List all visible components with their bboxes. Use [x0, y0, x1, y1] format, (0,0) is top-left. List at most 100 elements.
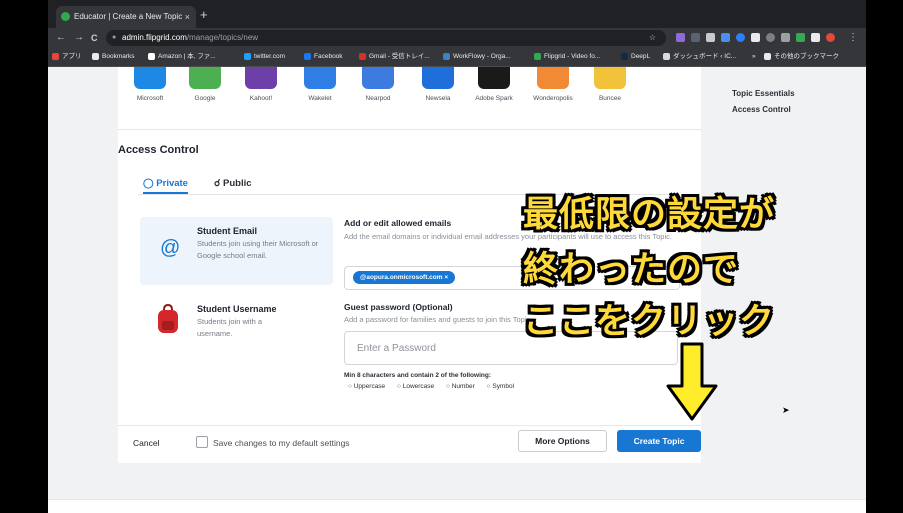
bookmark-item[interactable]: Flipgrid - Video fo... [534, 48, 600, 66]
bookmark-item[interactable]: アプリ [52, 48, 82, 66]
forward-icon[interactable]: → [74, 30, 84, 46]
bookmark-star-icon[interactable]: ☆ [649, 30, 656, 46]
star-icon [92, 53, 99, 60]
extension-icon[interactable] [736, 33, 745, 42]
app-tile-kahoot[interactable]: Kahoot! [231, 67, 291, 102]
password-requirements: Min 8 characters and contain 2 of the fo… [344, 372, 491, 379]
backpack-icon [158, 304, 178, 333]
extension-icon[interactable] [781, 33, 790, 42]
tab-public[interactable]: ☌ Public [214, 176, 252, 192]
cancel-button[interactable]: Cancel [133, 438, 159, 448]
caption-line-1: 最低限の設定が [523, 195, 776, 235]
table-of-contents: Topic Essentials Access Control [732, 86, 795, 118]
extension-icon[interactable] [766, 33, 775, 42]
wakelet-icon [304, 67, 336, 89]
back-icon[interactable]: ← [56, 30, 66, 46]
bookmark-item[interactable]: Facebook [304, 48, 343, 66]
address-bar[interactable]: ● admin.flipgrid.com/manage/topics/new ☆ [106, 30, 666, 46]
folder-icon [764, 53, 771, 60]
option-title: Student Username [197, 304, 277, 314]
down-arrow-icon [666, 342, 718, 421]
option-description: Students join using their Microsoft or G… [197, 239, 319, 260]
new-tab-button[interactable]: + [200, 6, 208, 24]
bookmark-item[interactable]: ダッシュボード ‹ IC... [663, 48, 736, 66]
kahoot-icon [245, 67, 277, 89]
lock-icon: ● [112, 34, 117, 41]
create-topic-button[interactable]: Create Topic [617, 430, 701, 452]
bookmark-item[interactable]: WorkFlowy - Orga... [443, 48, 511, 66]
browser-window: Educator | Create a New Topic × + ← → C … [48, 0, 866, 513]
student-email-option[interactable]: @ Student Email Students join using thei… [140, 217, 333, 285]
access-control-heading: Access Control [118, 144, 199, 156]
twitter-icon [244, 53, 251, 60]
requirement-uppercase: ○ Uppercase [348, 383, 386, 390]
google-icon [189, 67, 221, 89]
amazon-icon [148, 53, 155, 60]
at-sign-icon: @ [160, 237, 181, 259]
bookmark-item[interactable]: Gmail - 受信トレイ... [359, 48, 430, 66]
navigation-bar: ← → C ● admin.flipgrid.com/manage/topics… [48, 28, 866, 48]
tab-strip: Educator | Create a New Topic × + [48, 0, 866, 28]
tab-title: Educator | Create a New Topic [74, 12, 183, 21]
app-tile-nearpod[interactable]: Nearpod [348, 67, 408, 102]
extension-icon[interactable] [811, 33, 820, 42]
newsela-icon [422, 67, 454, 89]
apps-grid-icon [52, 53, 59, 60]
more-options-button[interactable]: More Options [518, 430, 607, 452]
extension-icon[interactable] [691, 33, 700, 42]
student-username-option[interactable]: Student Username Students join with a us… [140, 299, 333, 369]
dashboard-icon [663, 53, 670, 60]
toc-access-control[interactable]: Access Control [732, 102, 795, 118]
flipgrid-icon [534, 53, 541, 60]
chrome-menu-icon[interactable]: ⋮ [848, 30, 858, 46]
bookmarks-overflow-button[interactable]: » [752, 48, 756, 66]
microsoft-icon [134, 67, 166, 89]
extension-icon[interactable] [751, 33, 760, 42]
password-label: Guest password (Optional) [344, 302, 453, 312]
app-tile-buncee[interactable]: Buncee [580, 67, 640, 102]
save-default-label: Save changes to my default settings [213, 438, 350, 448]
bookmark-item[interactable]: DeepL [621, 48, 650, 66]
extension-icon[interactable] [676, 33, 685, 42]
app-tile-microsoft[interactable]: Microsoft [120, 67, 180, 102]
integrations-row: Microsoft Google Kahoot! Wakelet Nearpod… [118, 67, 701, 130]
bookmark-item[interactable]: twitter.com [244, 48, 285, 66]
requirement-number: ○ Number [445, 383, 475, 390]
save-default-checkbox[interactable] [196, 436, 208, 448]
flipgrid-favicon-icon [61, 12, 70, 21]
wonderopolis-icon [537, 67, 569, 89]
other-bookmarks-folder[interactable]: その他のブックマーク [764, 48, 839, 66]
tab-private[interactable]: ◯ Private [143, 176, 188, 194]
nearpod-icon [362, 67, 394, 89]
option-title: Student Email [197, 226, 258, 236]
bookmark-item[interactable]: Bookmarks [92, 48, 135, 66]
extension-icon[interactable] [796, 33, 805, 42]
profile-avatar[interactable] [826, 33, 835, 42]
gmail-icon [359, 53, 366, 60]
requirement-symbol: ○ Symbol [486, 383, 515, 390]
email-domain-chip[interactable]: @aopura.onmicrosoft.com × [353, 271, 456, 284]
option-description: Students join with a username. [197, 317, 263, 338]
caption-line-3: ここをクリック [523, 302, 776, 342]
bookmark-item[interactable]: Amazon | 本, ファ... [148, 48, 216, 66]
toc-topic-essentials[interactable]: Topic Essentials [732, 86, 795, 102]
app-tile-adobe-spark[interactable]: Adobe Spark [464, 67, 524, 102]
url-path: /manage/topics/new [186, 33, 259, 42]
extension-icon[interactable] [706, 33, 715, 42]
tab-close-icon[interactable]: × [185, 6, 190, 28]
browser-tab[interactable]: Educator | Create a New Topic × [56, 6, 196, 28]
extension-icon[interactable] [721, 33, 730, 42]
adobe-spark-icon [478, 67, 510, 89]
page-bottom-strip [48, 499, 866, 513]
workflowy-icon [443, 53, 450, 60]
app-tile-google[interactable]: Google [175, 67, 235, 102]
app-tile-wakelet[interactable]: Wakelet [290, 67, 350, 102]
facebook-icon [304, 53, 311, 60]
app-tile-newsela[interactable]: Newsela [408, 67, 468, 102]
globe-icon: ☌ [214, 178, 221, 189]
deepl-icon [621, 53, 628, 60]
bookmarks-bar: アプリ Bookmarks Amazon | 本, ファ... twitter.… [48, 48, 866, 67]
requirement-lowercase: ○ Lowercase [396, 383, 435, 390]
reload-icon[interactable]: C [91, 30, 98, 46]
app-tile-wonderopolis[interactable]: Wonderopolis [523, 67, 583, 102]
